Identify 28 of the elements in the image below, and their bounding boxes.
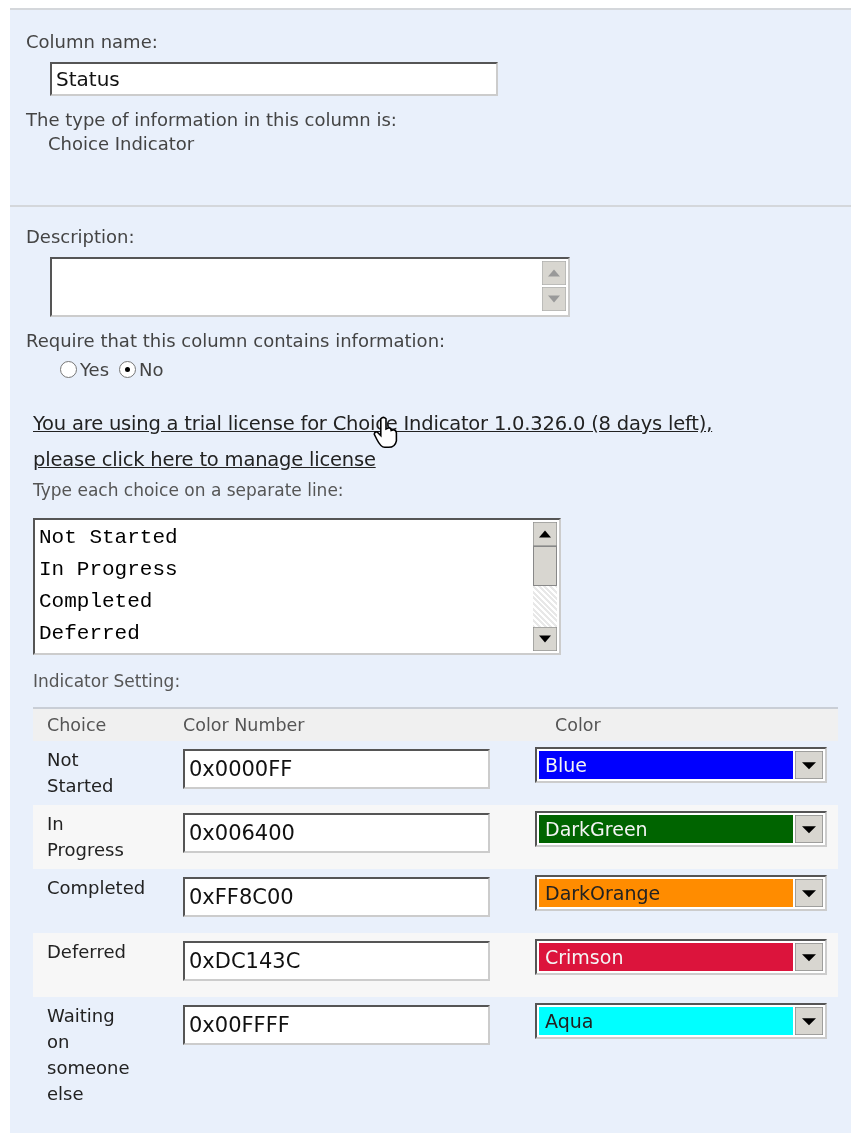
type-value: Choice Indicator <box>48 132 196 156</box>
table-cell: In Progress <box>33 805 183 869</box>
color-dropdown[interactable]: DarkGreen <box>535 811 827 847</box>
color-number-field[interactable]: 0x0000FF <box>183 749 490 789</box>
table-cell: Completed <box>33 869 183 933</box>
column-name-field[interactable]: Status <box>50 62 498 96</box>
field-label: Description: <box>26 225 136 249</box>
field-label: Type each choice on a separate line: <box>33 479 345 502</box>
color-dropdown[interactable]: DarkOrange <box>535 875 827 911</box>
field-label: Require that this column contains information: <box>26 329 447 353</box>
column-header: Color <box>519 708 838 741</box>
color-number-field[interactable]: 0x00FFFF <box>183 1005 490 1045</box>
color-dropdown[interactable]: Crimson <box>535 939 827 975</box>
color-number-field[interactable]: 0x006400 <box>183 813 490 853</box>
section-label: Indicator Setting: <box>33 670 182 693</box>
color-dropdown[interactable]: Blue <box>535 747 827 783</box>
table-cell: Waiting on someone else <box>33 997 183 1113</box>
table-cell: Not Started <box>33 741 183 805</box>
radio-label: No <box>139 359 164 380</box>
type-label: The type of information in this column is: <box>26 108 398 132</box>
column-header: Choice <box>33 708 183 741</box>
color-number-field[interactable]: 0xFF8C00 <box>183 877 490 917</box>
field-label: Column name: <box>26 30 159 54</box>
radio-label: Yes <box>80 359 110 380</box>
column-header: Color Number <box>183 708 519 741</box>
table-cell: Deferred <box>33 933 183 997</box>
color-dropdown[interactable]: Aqua <box>535 1003 827 1039</box>
color-number-field[interactable]: 0xDC143C <box>183 941 490 981</box>
